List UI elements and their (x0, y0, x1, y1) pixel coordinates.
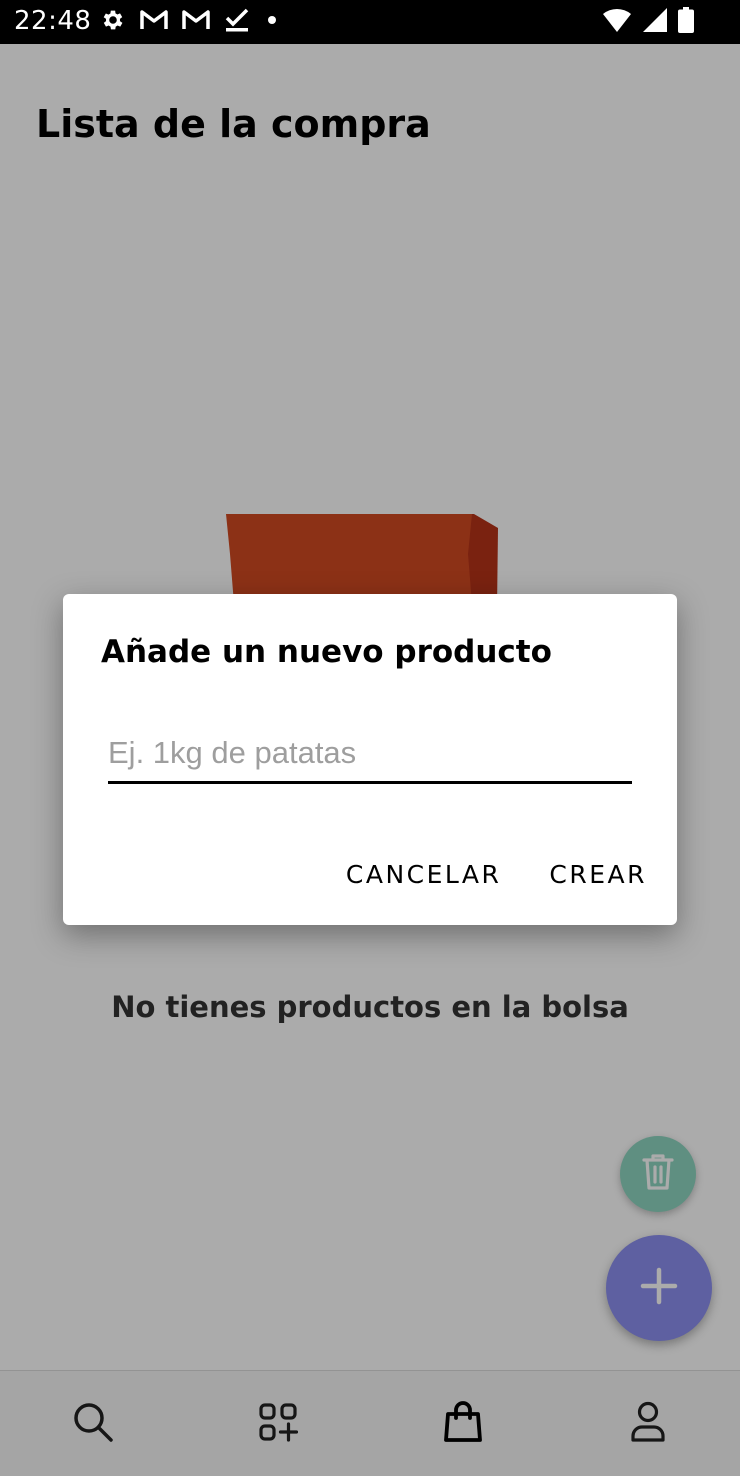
status-bar: 22:48 (0, 0, 740, 44)
notification-dot-icon (264, 12, 280, 33)
battery-icon (678, 6, 694, 38)
dialog-title: Añade un nuevo producto (101, 634, 552, 670)
status-icons-right (602, 6, 694, 38)
create-button[interactable]: CREAR (549, 860, 647, 889)
wifi-icon (602, 7, 632, 38)
dialog-actions: CANCELAR CREAR (346, 860, 647, 889)
settings-icon (100, 7, 126, 38)
status-time: 22:48 (14, 6, 92, 36)
add-product-dialog: Añade un nuevo producto CANCELAR CREAR (63, 594, 677, 925)
gmail-icon (182, 9, 210, 36)
product-name-input[interactable] (108, 730, 632, 784)
status-icons-left (100, 8, 280, 36)
gmail-icon (140, 9, 168, 36)
signal-icon (642, 7, 668, 38)
task-done-icon (224, 7, 250, 38)
cancel-button[interactable]: CANCELAR (346, 860, 502, 889)
